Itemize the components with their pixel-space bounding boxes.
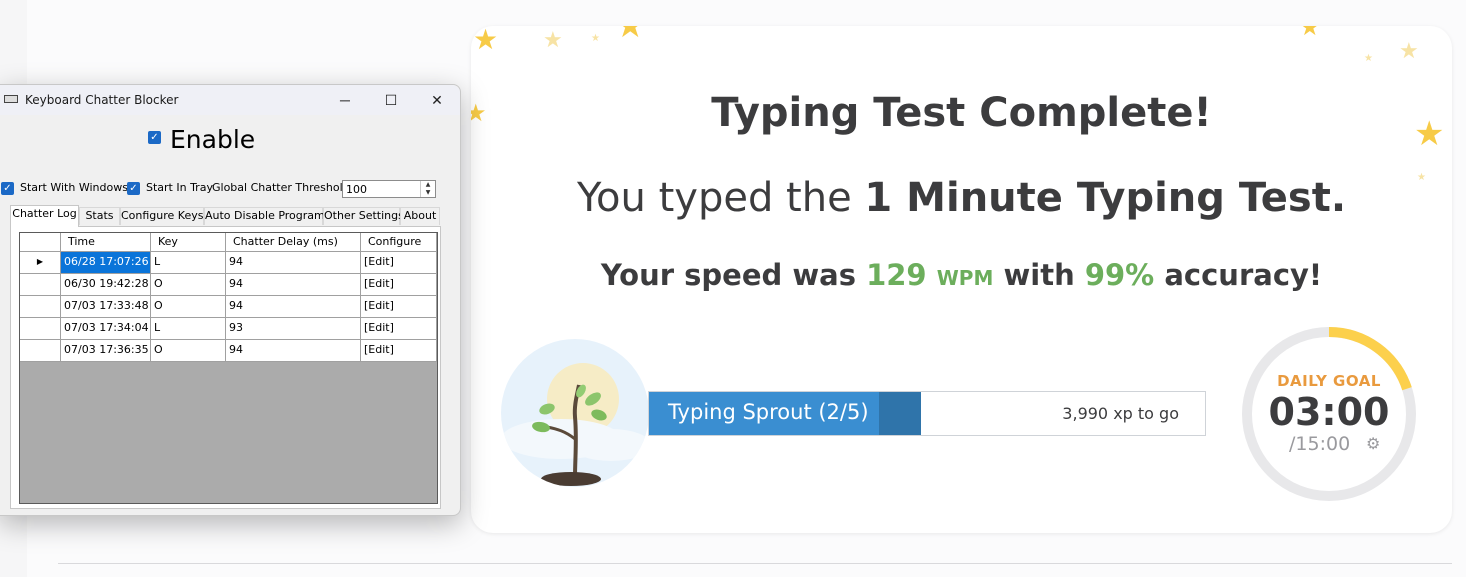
current-row-arrow-icon[interactable]: ▶: [20, 252, 61, 274]
daily-goal-time: 03:00: [1268, 390, 1390, 434]
threshold-value[interactable]: 100: [346, 183, 367, 196]
table-row[interactable]: 07/03 17:33:48 O 94 [Edit]: [20, 296, 437, 318]
spin-buttons[interactable]: ▲ ▼: [420, 181, 435, 197]
star-icon: ★: [473, 26, 499, 55]
xp-progress-gain: [879, 392, 922, 435]
cell-key[interactable]: O: [151, 296, 226, 318]
spin-up-icon[interactable]: ▲: [421, 181, 435, 189]
cell-delay[interactable]: 94: [226, 340, 361, 362]
checkbox-checked-icon[interactable]: ✓: [148, 131, 161, 145]
sprout-icon: [501, 363, 649, 486]
column-header-configure[interactable]: Configure: [361, 233, 437, 252]
row-header[interactable]: [20, 296, 61, 318]
column-header-time[interactable]: Time: [61, 233, 151, 252]
divider: [58, 563, 1452, 564]
wpm-unit: WPM: [936, 266, 994, 290]
checkbox-checked-icon[interactable]: ✓: [1, 181, 14, 195]
cell-time[interactable]: 07/03 17:34:04: [61, 318, 151, 340]
speed-prefix: Your speed was: [600, 258, 856, 292]
start-in-tray-checkbox[interactable]: ✓ Start In Tray: [127, 181, 213, 195]
star-icon: ★: [1364, 53, 1373, 64]
tab-configure-keys[interactable]: Configure Keys: [120, 207, 204, 225]
cell-time[interactable]: 06/30 19:42:28: [61, 274, 151, 296]
cell-time[interactable]: 07/03 17:36:35: [61, 340, 151, 362]
result-card: ★ ★ ★ ★ ★ ★ ★ ★ ★ ★ Typing Test Complete…: [471, 26, 1452, 533]
sprout-illustration: [501, 339, 649, 487]
daily-goal-label: DAILY GOAL: [1277, 372, 1381, 390]
threshold-stepper[interactable]: 100 ▲ ▼: [342, 180, 436, 198]
enable-label: Enable: [170, 125, 256, 154]
row-header[interactable]: [20, 340, 61, 362]
accuracy-value: 99%: [1084, 258, 1155, 292]
cell-key[interactable]: L: [151, 252, 226, 274]
enable-checkbox[interactable]: ✓ Enable: [148, 125, 255, 154]
cell-edit-link[interactable]: [Edit]: [361, 340, 437, 362]
maximize-button[interactable]: ☐: [368, 85, 414, 115]
cell-key[interactable]: O: [151, 340, 226, 362]
start-in-tray-label: Start In Tray: [146, 181, 213, 194]
level-label: Typing Sprout (2/5): [668, 400, 869, 424]
test-name: 1 Minute Typing Test.: [864, 175, 1347, 221]
cell-delay[interactable]: 94: [226, 252, 361, 274]
subtitle-prefix: You typed the: [576, 175, 852, 221]
keyboard-icon: [4, 95, 18, 103]
wpm-value: 129: [866, 258, 927, 292]
cell-delay[interactable]: 94: [226, 296, 361, 318]
tab-auto-disable-programs[interactable]: Auto Disable Programs: [204, 207, 330, 225]
speed-suffix: accuracy!: [1164, 258, 1323, 292]
speed-mid: with: [1003, 258, 1075, 292]
chatter-blocker-window: Keyboard Chatter Blocker ─ ☐ ✕ ✓ Enable …: [0, 84, 461, 516]
cell-edit-link[interactable]: [Edit]: [361, 296, 437, 318]
xp-to-go: 3,990 xp to go: [1062, 404, 1179, 423]
result-title: Typing Test Complete!: [711, 90, 1212, 136]
column-header-delay[interactable]: Chatter Delay (ms): [226, 233, 361, 252]
cell-time[interactable]: 06/28 17:07:26: [61, 252, 151, 274]
title-bar[interactable]: Keyboard Chatter Blocker ─ ☐ ✕: [0, 85, 460, 115]
speed-summary: Your speed was 129 WPM with 99% accuracy…: [471, 258, 1452, 292]
minimize-button[interactable]: ─: [322, 85, 368, 115]
cell-edit-link[interactable]: [Edit]: [361, 252, 437, 274]
row-header[interactable]: [20, 318, 61, 340]
cell-edit-link[interactable]: [Edit]: [361, 274, 437, 296]
star-icon: ★: [615, 26, 646, 45]
cell-key[interactable]: O: [151, 274, 226, 296]
tab-strip: Chatter Log Stats Configure Keys Auto Di…: [10, 205, 440, 227]
daily-goal-widget[interactable]: DAILY GOAL 03:00 /15:00 ⚙: [1241, 322, 1417, 506]
row-header-corner: [20, 233, 61, 252]
table-row[interactable]: 07/03 17:34:04 L 93 [Edit]: [20, 318, 437, 340]
spin-down-icon[interactable]: ▼: [421, 189, 435, 197]
tab-about[interactable]: About: [400, 207, 440, 225]
tab-chatter-log[interactable]: Chatter Log: [10, 205, 79, 227]
tab-stats[interactable]: Stats: [79, 207, 120, 225]
star-icon: ★: [591, 33, 600, 44]
checkbox-checked-icon[interactable]: ✓: [127, 181, 140, 195]
cell-delay[interactable]: 93: [226, 318, 361, 340]
xp-progress-bar: Typing Sprout (2/5) 3,990 xp to go: [648, 391, 1206, 436]
result-subtitle: You typed the 1 Minute Typing Test.: [471, 175, 1452, 221]
threshold-label: Global Chatter Threshold:: [212, 181, 354, 194]
grid-header-row: Time Key Chatter Delay (ms) Configure: [20, 233, 437, 252]
star-icon: ★: [543, 27, 563, 52]
star-icon: ★: [1399, 38, 1419, 63]
star-icon: ★: [1299, 26, 1321, 41]
start-with-windows-label: Start With Windows: [20, 181, 128, 194]
cell-key[interactable]: L: [151, 318, 226, 340]
table-row[interactable]: 06/30 19:42:28 O 94 [Edit]: [20, 274, 437, 296]
cell-time[interactable]: 07/03 17:33:48: [61, 296, 151, 318]
cell-edit-link[interactable]: [Edit]: [361, 318, 437, 340]
chatter-log-grid[interactable]: Time Key Chatter Delay (ms) Configure ▶ …: [19, 232, 438, 504]
daily-goal-total: /15:00: [1289, 433, 1351, 455]
gear-icon[interactable]: ⚙: [1366, 434, 1380, 454]
row-header[interactable]: [20, 274, 61, 296]
tab-other-settings[interactable]: Other Settings: [323, 207, 404, 225]
table-row[interactable]: ▶ 06/28 17:07:26 L 94 [Edit]: [20, 252, 437, 274]
column-header-key[interactable]: Key: [151, 233, 226, 252]
window-title: Keyboard Chatter Blocker: [25, 93, 179, 107]
cell-delay[interactable]: 94: [226, 274, 361, 296]
start-with-windows-checkbox[interactable]: ✓ Start With Windows: [1, 181, 128, 195]
table-row[interactable]: 07/03 17:36:35 O 94 [Edit]: [20, 340, 437, 362]
close-button[interactable]: ✕: [414, 85, 460, 115]
